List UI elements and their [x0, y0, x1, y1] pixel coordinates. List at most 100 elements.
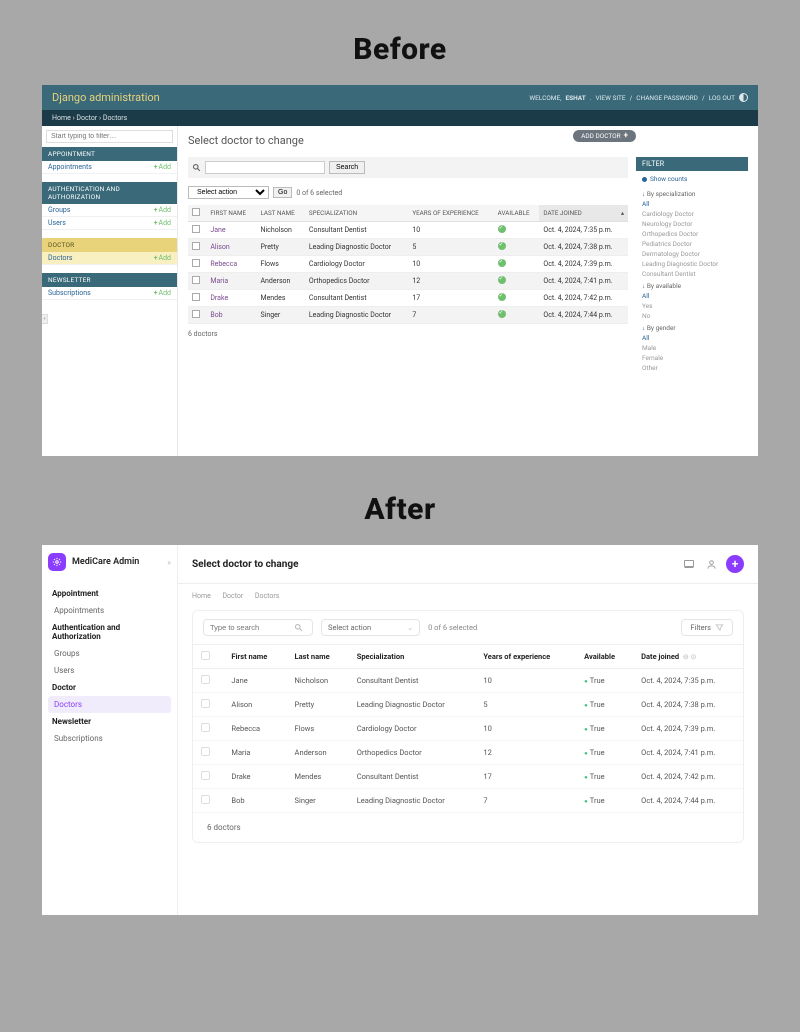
column-header[interactable]: DATE JOINED ▴ [539, 205, 628, 222]
filter-group-header[interactable]: ↓ By specialization [636, 187, 748, 199]
row-checkbox[interactable] [192, 259, 200, 267]
breadcrumb-home[interactable]: Home [192, 592, 211, 600]
filter-group-header[interactable]: ↓ By available [636, 279, 748, 291]
available-cell: ●True [576, 717, 633, 741]
column-header[interactable]: Years of experience [475, 645, 576, 669]
first-name-cell[interactable]: Rebecca [223, 717, 286, 741]
row-checkbox[interactable] [201, 723, 210, 732]
first-name-link[interactable]: Maria [210, 277, 228, 285]
column-header[interactable]: AVAILABLE [494, 205, 540, 222]
column-header[interactable]: Available [576, 645, 633, 669]
doctors-table: FIRST NAMELAST NAMESPECIALIZATIONYEARS O… [188, 205, 628, 324]
device-icon[interactable] [682, 557, 696, 571]
show-counts-link[interactable]: Show counts [636, 171, 748, 187]
first-name-link[interactable]: Alison [210, 243, 229, 251]
column-header[interactable]: SPECIALIZATION [305, 205, 408, 222]
select-all-checkbox[interactable] [201, 651, 210, 660]
row-checkbox[interactable] [201, 747, 210, 756]
add-link[interactable]: + Add [154, 163, 171, 171]
breadcrumb-doctor[interactable]: Doctor [76, 114, 97, 122]
row-checkbox[interactable] [192, 276, 200, 284]
sidebar-section-header: DOCTOR [42, 238, 177, 252]
sidebar-filter-input[interactable] [46, 130, 173, 143]
first-name-cell[interactable]: Drake [223, 765, 286, 789]
add-link[interactable]: + Add [154, 219, 171, 227]
filter-option[interactable]: No [636, 311, 748, 321]
sidebar-item[interactable]: Groups+ Add [42, 204, 177, 217]
column-header[interactable]: YEARS OF EXPERIENCE [408, 205, 493, 222]
filter-option[interactable]: Orthopedics Doctor [636, 229, 748, 239]
sidebar-item[interactable]: Appointments+ Add [42, 161, 177, 174]
row-checkbox[interactable] [201, 771, 210, 780]
row-checkbox[interactable] [201, 699, 210, 708]
search-input[interactable] [205, 161, 325, 174]
row-checkbox[interactable] [192, 293, 200, 301]
first-name-link[interactable]: Rebecca [210, 260, 237, 268]
add-link[interactable]: + Add [154, 254, 171, 262]
change-password-link[interactable]: CHANGE PASSWORD [636, 94, 698, 102]
contrast-toggle-icon[interactable] [739, 93, 748, 102]
add-doctor-button[interactable]: ADD DOCTOR + [573, 130, 636, 142]
filter-option[interactable]: Cardiology Doctor [636, 209, 748, 219]
filter-option[interactable]: All [636, 333, 748, 343]
column-header[interactable]: Last name [287, 645, 349, 669]
filter-option[interactable]: All [636, 291, 748, 301]
row-checkbox[interactable] [201, 795, 210, 804]
first-name-cell[interactable]: Jane [223, 669, 286, 693]
user-icon[interactable] [704, 557, 718, 571]
filters-button[interactable]: Filters [681, 619, 733, 636]
filter-option[interactable]: Other [636, 363, 748, 373]
go-button[interactable]: Go [273, 187, 292, 198]
first-name-cell[interactable]: Bob [223, 789, 286, 813]
filter-option[interactable]: Male [636, 343, 748, 353]
logout-link[interactable]: LOG OUT [709, 94, 735, 102]
first-name-link[interactable]: Jane [210, 226, 225, 234]
column-header[interactable]: First name [223, 645, 286, 669]
select-all-checkbox[interactable] [192, 208, 200, 216]
last-name-cell: Mendes [287, 765, 349, 789]
sidebar-item[interactable]: Doctors [48, 696, 171, 713]
sidebar-item[interactable]: Users+ Add [42, 217, 177, 230]
breadcrumb-home[interactable]: Home [52, 114, 71, 122]
filter-group-header[interactable]: ↓ By gender [636, 321, 748, 333]
row-checkbox[interactable] [192, 242, 200, 250]
sidebar-section-header: Newsletter [48, 713, 171, 730]
search-input[interactable] [210, 623, 294, 632]
filter-option[interactable]: Leading Diagnostic Doctor [636, 259, 748, 269]
action-select[interactable]: Select action [188, 186, 269, 199]
sidebar-item[interactable]: Doctors+ Add [42, 252, 177, 265]
sidebar-collapse-icon[interactable]: « [42, 314, 48, 324]
column-header[interactable]: Date joined ⊖ ⊙ [633, 645, 743, 669]
filter-option[interactable]: Dermatology Doctor [636, 249, 748, 259]
filter-option[interactable]: Yes [636, 301, 748, 311]
row-checkbox[interactable] [201, 675, 210, 684]
sidebar-item[interactable]: Appointments [48, 602, 171, 619]
sidebar-item[interactable]: Groups [48, 645, 171, 662]
filter-option[interactable]: Female [636, 353, 748, 363]
column-header[interactable]: LAST NAME [256, 205, 304, 222]
column-header[interactable]: FIRST NAME [206, 205, 256, 222]
row-checkbox[interactable] [192, 310, 200, 318]
breadcrumb-doctor[interactable]: Doctor [222, 592, 243, 600]
add-link[interactable]: + Add [154, 206, 171, 214]
first-name-cell[interactable]: Maria [223, 741, 286, 765]
view-site-link[interactable]: VIEW SITE [595, 94, 625, 102]
check-icon [498, 259, 506, 267]
sidebar-collapse-icon[interactable]: » [167, 558, 171, 567]
filter-option[interactable]: All [636, 199, 748, 209]
sidebar-item[interactable]: Subscriptions [48, 730, 171, 747]
add-button[interactable]: + [726, 555, 744, 573]
column-header[interactable]: Specialization [349, 645, 476, 669]
add-link[interactable]: + Add [154, 289, 171, 297]
first-name-cell[interactable]: Alison [223, 693, 286, 717]
sidebar-item[interactable]: Subscriptions+ Add [42, 287, 177, 300]
action-select[interactable]: Select action ⌄ [321, 619, 420, 636]
search-button[interactable]: Search [329, 161, 365, 174]
filter-option[interactable]: Neurology Doctor [636, 219, 748, 229]
filter-option[interactable]: Consultant Dentist [636, 269, 748, 279]
first-name-link[interactable]: Bob [210, 311, 222, 319]
filter-option[interactable]: Pediatrics Doctor [636, 239, 748, 249]
first-name-link[interactable]: Drake [210, 294, 228, 302]
row-checkbox[interactable] [192, 225, 200, 233]
sidebar-item[interactable]: Users [48, 662, 171, 679]
